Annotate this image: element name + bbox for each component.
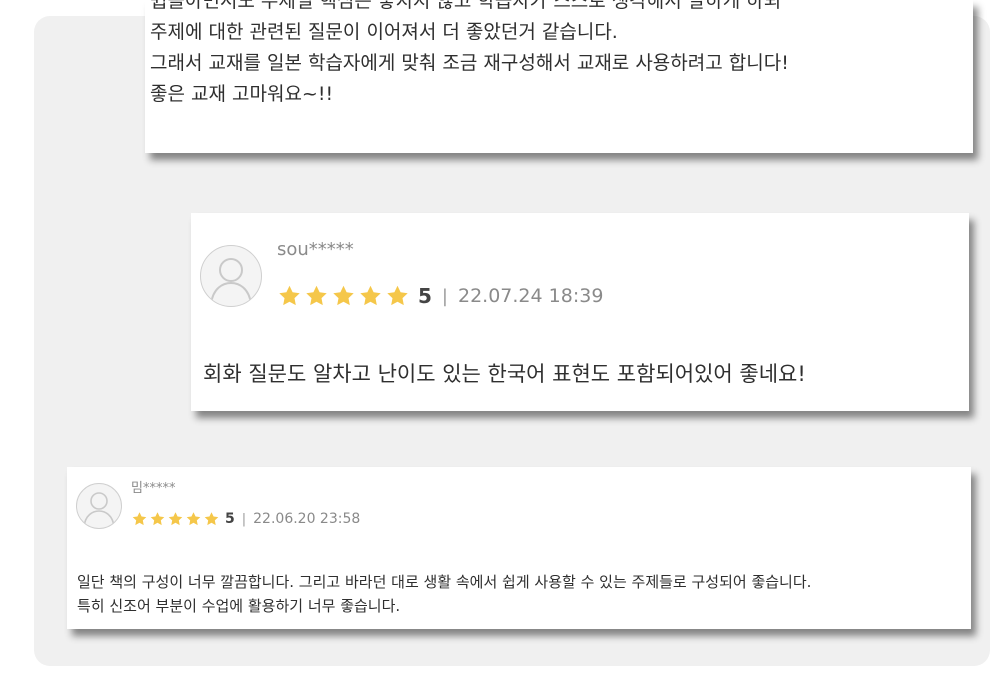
review-text: 일단 책의 구성이 너무 깔끔합니다. 그리고 바라던 대로 생활 속에서 쉽게… bbox=[77, 570, 811, 618]
review-text: 쉽을아면서도 주제별 핵심은 놓치지 않고 학습자가 스스로 생각해서 말하게 … bbox=[150, 0, 970, 110]
star-icon bbox=[132, 512, 147, 526]
review-text-line: 쉽을아면서도 주제별 핵심은 놓치지 않고 학습자가 스스로 생각해서 말하게 … bbox=[150, 0, 782, 12]
review-meta: 5 | 22.06.20 23:58 bbox=[131, 509, 360, 529]
star-icon bbox=[150, 512, 165, 526]
user-avatar-icon bbox=[76, 483, 122, 529]
reviewer-username: 밈***** bbox=[131, 481, 176, 496]
star-icon bbox=[204, 512, 219, 526]
review-text-line: 그래서 교재를 일본 학습자에게 맞춰 조금 재구성해서 교재로 사용하려고 합… bbox=[150, 52, 789, 74]
review-text: 회화 질문도 알차고 난이도 있는 한국어 표현도 포함되어있어 좋네요! bbox=[203, 362, 806, 386]
star-icon bbox=[387, 285, 408, 306]
meta-separator: | bbox=[241, 511, 247, 527]
review-text-line: 좋은 교재 고마워요~!! bbox=[150, 83, 334, 105]
star-rating bbox=[131, 511, 221, 527]
review-text-line: 일단 책의 구성이 너무 깔끔합니다. 그리고 바라던 대로 생활 속에서 쉽게… bbox=[77, 573, 812, 591]
star-icon bbox=[186, 512, 201, 526]
reviewer-username: sou***** bbox=[277, 239, 354, 260]
star-icon bbox=[279, 285, 300, 306]
review-meta: 5 | 22.07.24 18:39 bbox=[277, 281, 603, 311]
review-card: 밈***** 5 | 22.06.20 23:58 일단 책의 구성이 너무 깔… bbox=[67, 467, 971, 629]
star-icon bbox=[360, 285, 381, 306]
star-icon bbox=[333, 285, 354, 306]
review-date: 22.06.20 23:58 bbox=[253, 511, 361, 527]
review-card: 쉽을아면서도 주제별 핵심은 놓치지 않고 학습자가 스스로 생각해서 말하게 … bbox=[145, 0, 973, 153]
user-avatar-icon bbox=[200, 245, 262, 307]
rating-score: 5 bbox=[225, 511, 235, 527]
review-text-line: 주제에 대한 관련된 질문이 이어져서 더 좋았던거 같습니다. bbox=[150, 21, 618, 43]
review-date: 22.07.24 18:39 bbox=[458, 285, 604, 307]
star-icon bbox=[168, 512, 183, 526]
meta-separator: | bbox=[441, 285, 448, 307]
star-rating bbox=[277, 284, 412, 308]
review-text-line: 특히 신조어 부분이 수업에 활용하기 너무 좋습니다. bbox=[77, 597, 401, 615]
review-card: sou***** 5 | 22.07.24 18:39 회화 질문도 알차고 난… bbox=[191, 213, 969, 411]
rating-score: 5 bbox=[418, 284, 432, 308]
star-icon bbox=[306, 285, 327, 306]
